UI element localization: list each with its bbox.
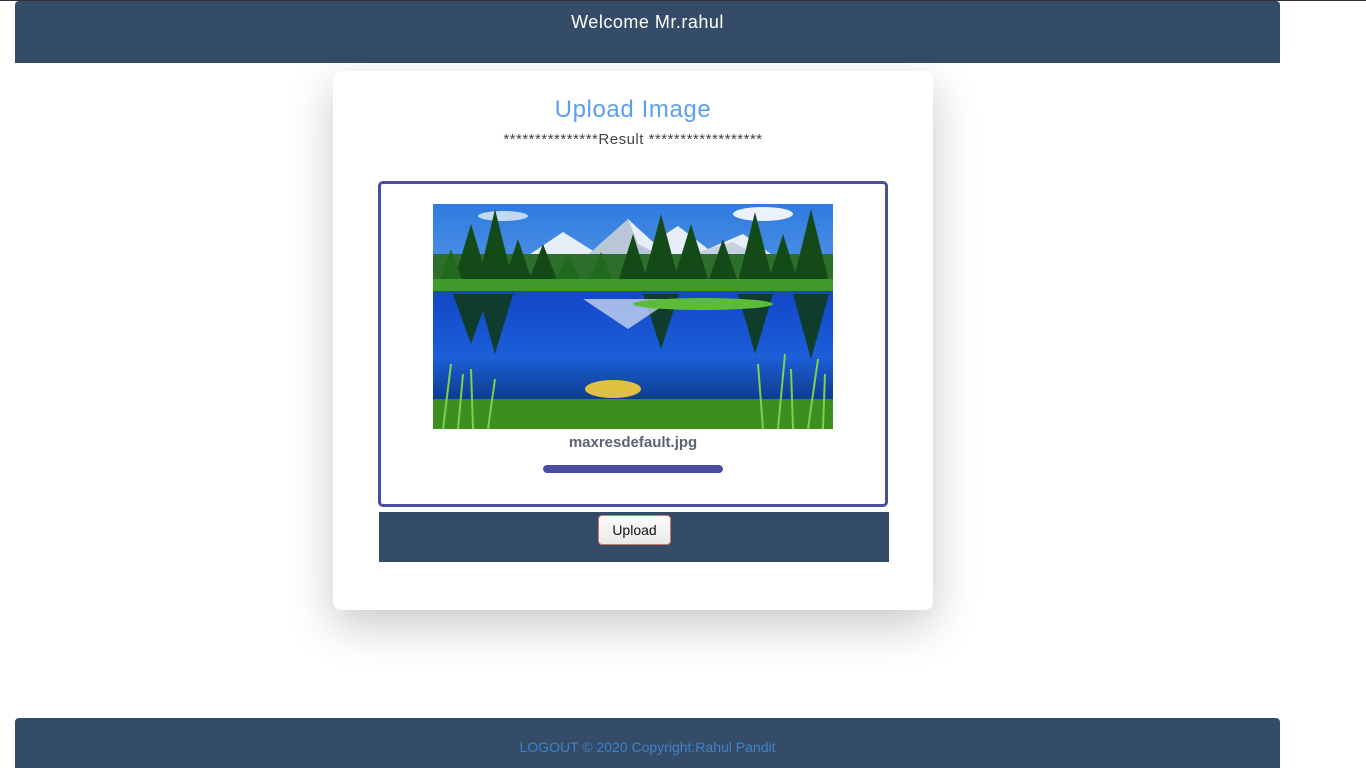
upload-card: Upload Image ***************Result *****… — [333, 71, 933, 610]
page-footer: LOGOUT © 2020 Copyright:Rahul Pandit — [15, 718, 1280, 768]
copyright-text: © 2020 Copyright:Rahul Pandit — [578, 739, 776, 755]
logout-link[interactable]: LOGOUT — [520, 739, 579, 755]
file-dropzone[interactable]: maxresdefault.jpg — [378, 181, 888, 507]
image-preview — [433, 204, 833, 429]
upload-button[interactable]: Upload — [598, 515, 671, 545]
page-header: Welcome Mr.rahul — [15, 1, 1280, 63]
welcome-text: Welcome Mr.rahul — [571, 12, 724, 32]
upload-progress-bar — [543, 465, 723, 473]
result-text: ***************Result ****************** — [503, 131, 763, 148]
upload-title: Upload Image — [554, 96, 712, 123]
footer-text: LOGOUT © 2020 Copyright:Rahul Pandit — [15, 739, 1280, 755]
upload-action-bar: Upload — [379, 512, 889, 562]
file-name-label: maxresdefault.jpg — [568, 434, 698, 451]
upload-progress-fill — [543, 465, 723, 473]
landscape-preview-image — [433, 204, 833, 429]
